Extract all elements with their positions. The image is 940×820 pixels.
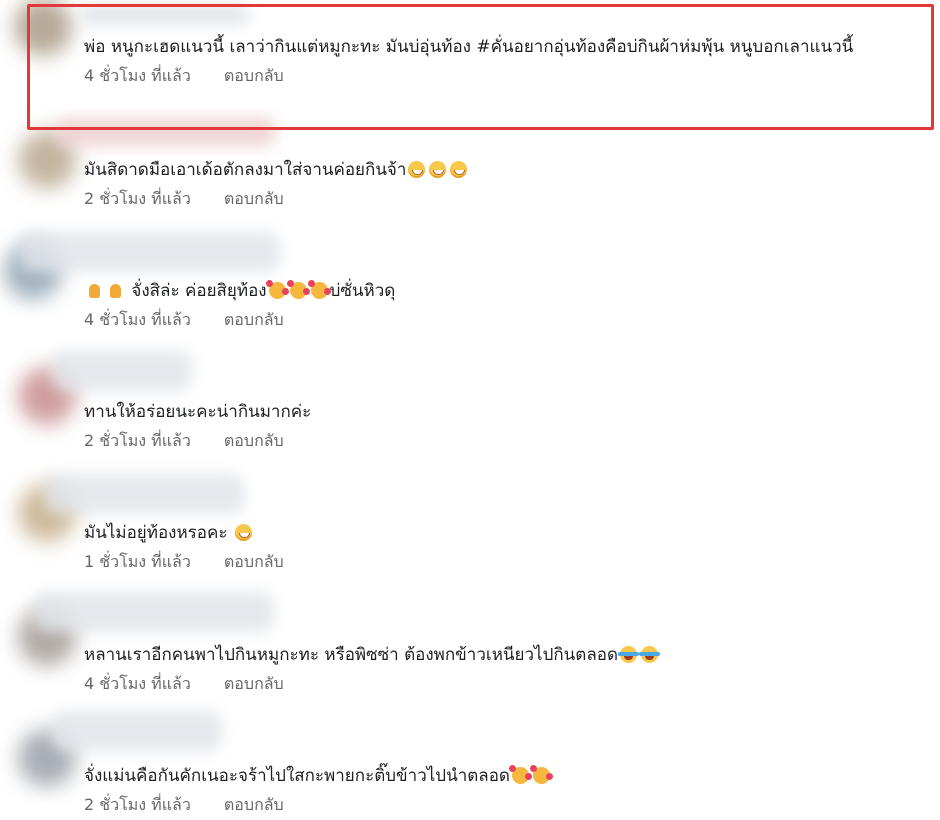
comment-meta: 2 ชั่วโมง ที่แล้ว ตอบกลับ bbox=[84, 429, 284, 454]
comment-text-body: หลานเราอีกคนพาไปกินหมูกะทะ หรือพิซซ่า ต้… bbox=[84, 645, 619, 665]
reply-button[interactable]: ตอบกลับ bbox=[224, 189, 284, 208]
comment-meta: 4 ชั่วโมง ที่แล้ว ตอบกลับ bbox=[84, 64, 284, 89]
comment-item: จั่งแม่นคือกันคักเนอะจร้าไปใสกะพายกะติ๊บ… bbox=[0, 711, 940, 820]
reply-button[interactable]: ตอบกลับ bbox=[224, 552, 284, 571]
comment-time[interactable]: 4 ชั่วโมง ที่แล้ว bbox=[84, 674, 191, 693]
comment-time[interactable]: 2 ชั่วโมง ที่แล้ว bbox=[84, 795, 191, 814]
comment-text-body: ทานให้อร่อยนะคะน่ากินมากค่ะ bbox=[84, 402, 312, 422]
comment-item: มันไม่อยู่ท้องหรอคะ 1 ชั่วโมง ที่แล้ว ตอ… bbox=[0, 474, 940, 605]
reply-button[interactable]: ตอบกลับ bbox=[224, 310, 284, 329]
grinning-face-icon bbox=[234, 524, 252, 541]
comment-item: มันสิดาดมือเอาเด้อตักลงมาใส่จานค่อยกินจ้… bbox=[0, 117, 940, 242]
commenter-name-blurred[interactable] bbox=[52, 351, 192, 391]
commenter-name-blurred[interactable] bbox=[44, 474, 244, 514]
comment-time[interactable]: 4 ชั่วโมง ที่แล้ว bbox=[84, 66, 191, 85]
commenter-name-blurred[interactable] bbox=[80, 4, 250, 26]
comment-text: หลานเราอีกคนพาไปกินหมูกะทะ หรือพิซซ่า ต้… bbox=[84, 644, 661, 666]
comment-time[interactable]: 4 ชั่วโมง ที่แล้ว bbox=[84, 310, 191, 329]
grinning-face-icon bbox=[450, 161, 468, 178]
commenter-name-blurred[interactable] bbox=[56, 117, 276, 147]
comment-feed: พ่อ หนูกะเฮดแนวนี้ เลาว่ากินแต่หมูกะทะ ม… bbox=[0, 0, 940, 820]
face-with-tears-of-joy-icon bbox=[618, 646, 640, 663]
comment-time[interactable]: 2 ชั่วโมง ที่แล้ว bbox=[84, 189, 191, 208]
smiling-face-with-hearts-icon bbox=[508, 765, 532, 784]
avatar[interactable] bbox=[14, 0, 72, 56]
smiling-face-with-hearts-icon bbox=[307, 280, 331, 299]
comment-text: ทานให้อร่อยนะคะน่ากินมากค่ะ bbox=[84, 401, 311, 423]
comment-meta: 1 ชั่วโมง ที่แล้ว ตอบกลับ bbox=[84, 550, 284, 575]
comment-item: จั่งสิล่ะ ค่อยสิยุท้อง บ่ซั่นหิวดุ 4 ชั่ว… bbox=[0, 232, 940, 363]
comment-item: ทานให้อร่อยนะคะน่ากินมากค่ะ 2 ชั่วโมง ที… bbox=[0, 351, 940, 484]
comment-meta: 4 ชั่วโมง ที่แล้ว ตอบกลับ bbox=[84, 672, 284, 697]
comment-meta: 4 ชั่วโมง ที่แล้ว ตอบกลับ bbox=[84, 308, 284, 333]
comment-time[interactable]: 1 ชั่วโมง ที่แล้ว bbox=[84, 552, 191, 571]
comment-text-body: พ่อ หนูกะเฮดแนวนี้ เลาว่ากินแต่หมูกะทะ ม… bbox=[84, 37, 854, 57]
comment-time[interactable]: 2 ชั่วโมง ที่แล้ว bbox=[84, 431, 191, 450]
comment-text-body: มันสิดาดมือเอาเด้อตักลงมาใส่จานค่อยกินจ้… bbox=[84, 160, 407, 180]
comment-text: จั่งสิล่ะ ค่อยสิยุท้อง บ่ซั่นหิวดุ bbox=[84, 280, 395, 302]
commenter-name-blurred[interactable] bbox=[20, 232, 280, 272]
smiling-face-with-hearts-icon bbox=[529, 765, 553, 784]
comment-text: จั่งแม่นคือกันคักเนอะจร้าไปใสกะพายกะติ๊บ… bbox=[84, 765, 553, 787]
grinning-face-icon bbox=[408, 161, 426, 178]
comment-text: มันสิดาดมือเอาเด้อตักลงมาใส่จานค่อยกินจ้… bbox=[84, 159, 469, 181]
comment-meta: 2 ชั่วโมง ที่แล้ว ตอบกลับ bbox=[84, 793, 284, 818]
smiling-face-with-hearts-icon bbox=[265, 280, 289, 299]
grinning-face-icon bbox=[429, 161, 447, 178]
comment-text: พ่อ หนูกะเฮดแนวนี้ เลาว่ากินแต่หมูกะทะ ม… bbox=[84, 36, 853, 58]
reply-button[interactable]: ตอบกลับ bbox=[224, 66, 284, 85]
smiling-face-with-hearts-icon bbox=[286, 280, 310, 299]
commenter-name-blurred[interactable] bbox=[52, 711, 222, 751]
reply-button[interactable]: ตอบกลับ bbox=[224, 431, 284, 450]
comment-text: มันไม่อยู่ท้องหรอคะ bbox=[84, 522, 254, 544]
reply-button[interactable]: ตอบกลับ bbox=[224, 674, 284, 693]
commenter-name-blurred[interactable] bbox=[34, 592, 274, 632]
comment-text-body: มันไม่อยู่ท้องหรอคะ bbox=[84, 523, 228, 543]
comment-text-body: จั่งแม่นคือกันคักเนอะจร้าไปใสกะพายกะติ๊บ… bbox=[84, 766, 510, 786]
comment-text-body: จั่งสิล่ะ ค่อยสิยุท้อง bbox=[131, 281, 267, 301]
comment-text-tail: บ่ซั่นหิวดุ bbox=[329, 281, 396, 301]
reply-button[interactable]: ตอบกลับ bbox=[224, 795, 284, 814]
comment-item: พ่อ หนูกะเฮดแนวนี้ เลาว่ากินแต่หมูกะทะ ม… bbox=[0, 0, 940, 119]
face-with-tears-of-joy-icon bbox=[639, 646, 661, 663]
comment-item: หลานเราอีกคนพาไปกินหมูกะทะ หรือพิซซ่า ต้… bbox=[0, 592, 940, 727]
thumbs-up-icon bbox=[86, 282, 103, 299]
thumbs-up-icon bbox=[107, 282, 124, 299]
comment-meta: 2 ชั่วโมง ที่แล้ว ตอบกลับ bbox=[84, 187, 284, 212]
